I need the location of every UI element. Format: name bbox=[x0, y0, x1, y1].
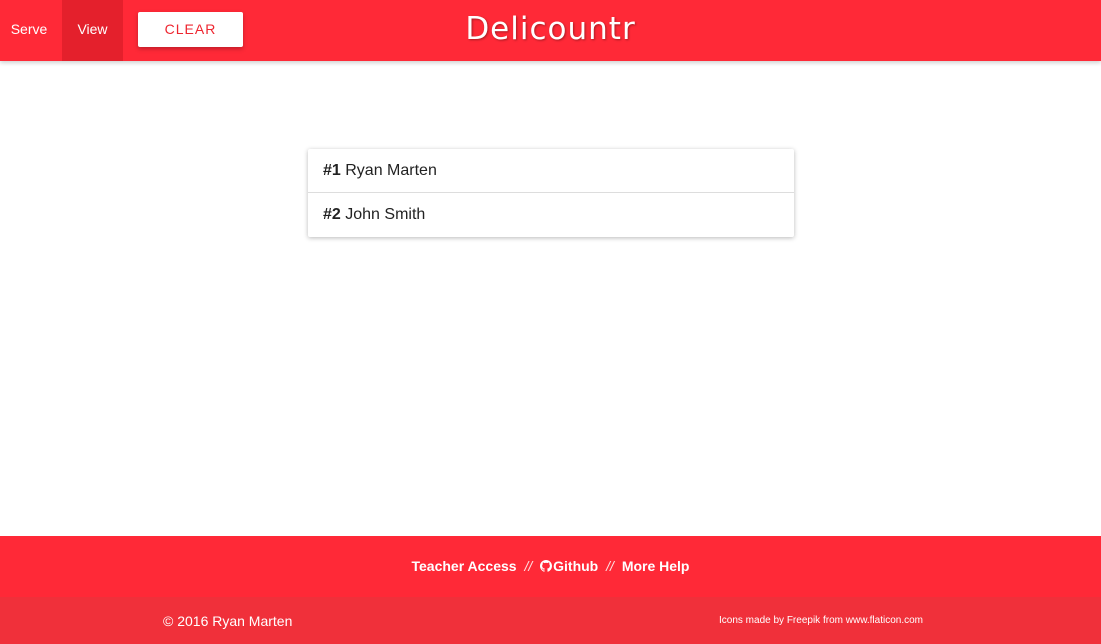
github-icon bbox=[540, 560, 553, 572]
queue-name: John Smith bbox=[345, 206, 426, 223]
footer-links-bar: Teacher Access // Github // More Help bbox=[0, 536, 1101, 597]
credits-prefix: Icons made by bbox=[719, 615, 785, 626]
queue-item: #2 John Smith bbox=[308, 193, 794, 237]
page: Serve View CLEAR Delicountr #1 Ryan Mart… bbox=[0, 0, 1101, 644]
github-label: Github bbox=[553, 558, 599, 574]
link-separator: // bbox=[606, 558, 614, 574]
credits-middle: from bbox=[822, 615, 843, 626]
queue-item: #1 Ryan Marten bbox=[308, 149, 794, 193]
github-link[interactable]: Github bbox=[540, 558, 598, 574]
queue-number: #1 bbox=[323, 162, 341, 179]
queue-number: #2 bbox=[323, 206, 341, 223]
flaticon-link[interactable]: www.flaticon.com bbox=[846, 615, 923, 626]
freepik-link[interactable]: Freepik bbox=[787, 615, 820, 626]
queue-list: #1 Ryan Marten #2 John Smith bbox=[308, 149, 794, 237]
tab-view[interactable]: View bbox=[62, 0, 123, 61]
footer-bottom-bar: © 2016 Ryan Marten Icons made by Freepik… bbox=[0, 597, 1101, 644]
teacher-access-link[interactable]: Teacher Access bbox=[412, 558, 517, 574]
link-separator: // bbox=[524, 558, 533, 574]
clear-button[interactable]: CLEAR bbox=[138, 12, 243, 47]
copyright-text: © 2016 Ryan Marten bbox=[163, 613, 293, 629]
queue-name: Ryan Marten bbox=[345, 162, 437, 179]
icon-credits: Icons made by Freepik from www.flaticon.… bbox=[719, 597, 923, 644]
tab-serve[interactable]: Serve bbox=[0, 0, 58, 61]
top-navbar: Serve View CLEAR Delicountr bbox=[0, 0, 1101, 61]
more-help-link[interactable]: More Help bbox=[622, 558, 690, 574]
